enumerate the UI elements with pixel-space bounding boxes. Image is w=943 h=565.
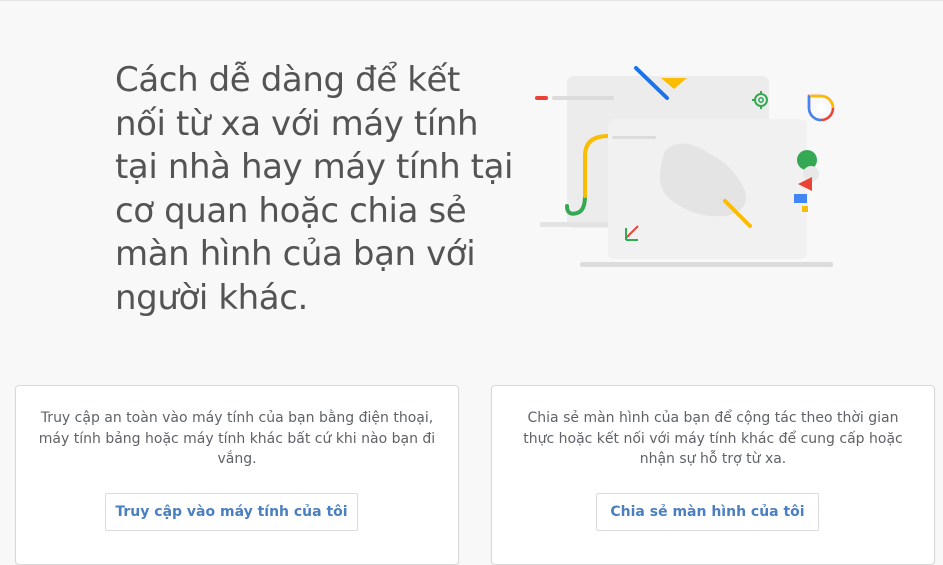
share-my-screen-button[interactable]: Chia sẻ màn hình của tôi: [596, 493, 819, 531]
remote-access-description: Truy cập an toàn vào máy tính của bạn bằ…: [38, 410, 436, 467]
access-my-computer-button[interactable]: Truy cập vào máy tính của tôi: [105, 493, 358, 531]
remote-support-description: Chia sẻ màn hình của bạn để cộng tác the…: [523, 410, 903, 467]
chat-bubble-icon: [807, 94, 835, 122]
remote-desktop-illustration: [535, 66, 835, 267]
front-window-title: [612, 136, 656, 139]
remote-access-card: Truy cập an toàn vào máy tính của bạn bằ…: [15, 385, 459, 565]
red-dash: [535, 96, 548, 100]
hero-heading: Cách dễ dàng để kết nối từ xa với máy tí…: [115, 60, 514, 318]
remote-support-card: Chia sẻ màn hình của bạn để cộng tác the…: [491, 385, 935, 565]
yellow-chip: [802, 206, 808, 212]
blue-chip: [794, 194, 807, 203]
base-shelf: [580, 262, 833, 267]
grey-line: [552, 96, 614, 100]
